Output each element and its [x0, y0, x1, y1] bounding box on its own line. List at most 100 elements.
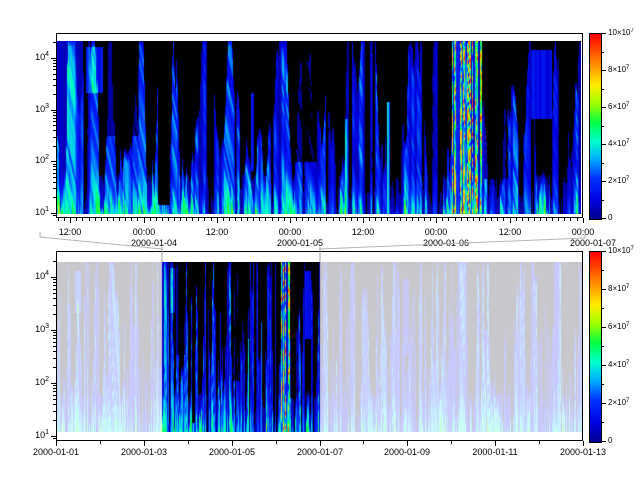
y-minor-tick — [53, 112, 56, 113]
x-minor-tick — [375, 218, 376, 221]
x-tick-date-label: 2000-01-04 — [131, 238, 177, 248]
colorbar-tick-label: 6×107 — [608, 322, 629, 333]
x-minor-tick — [265, 218, 266, 221]
x-tick-date-label: 2000-01-06 — [423, 238, 469, 248]
x-tick-label: 00:00 — [265, 227, 315, 237]
zoom-selection-region[interactable] — [162, 251, 320, 441]
y-minor-tick — [53, 346, 56, 347]
x-major-tick — [232, 441, 233, 446]
x-tick-label: 12:00 — [45, 227, 95, 237]
y-minor-tick — [53, 338, 56, 339]
x-minor-tick — [168, 218, 169, 221]
y-minor-tick — [53, 79, 56, 80]
x-minor-tick — [58, 218, 59, 221]
x-major-tick — [320, 441, 321, 446]
x-minor-tick — [394, 218, 395, 221]
colorbar-major-tick — [602, 107, 606, 108]
colorbar-tick-label: 2×107 — [608, 176, 629, 187]
colorbar-minor-tick — [602, 52, 604, 53]
x-minor-tick — [107, 218, 108, 221]
x-minor-tick — [156, 218, 157, 221]
colorbar-minor-tick — [602, 308, 604, 309]
y-minor-tick — [53, 197, 56, 198]
colorbar-major-tick — [602, 144, 606, 145]
x-minor-tick — [235, 218, 236, 221]
y-minor-tick — [53, 342, 56, 343]
x-minor-tick — [296, 218, 297, 221]
y-minor-tick — [53, 305, 56, 306]
x-major-tick — [436, 218, 437, 223]
x-minor-tick — [223, 218, 224, 221]
x-minor-tick — [276, 441, 277, 444]
x-minor-tick — [491, 218, 492, 221]
y-minor-tick — [53, 289, 56, 290]
y-major-tick — [51, 161, 56, 162]
x-minor-tick — [564, 218, 565, 221]
colorbar-major-tick — [602, 218, 606, 219]
x-minor-tick — [137, 218, 138, 221]
x-minor-tick — [345, 218, 346, 221]
colorbar-minor-tick — [602, 422, 604, 423]
x-tick-label: 00:00 — [411, 227, 461, 237]
colorbar-major-tick — [602, 365, 606, 366]
colorbar-tick-label: 8×107 — [608, 65, 629, 76]
colorbar-major-tick — [602, 70, 606, 71]
detail-panel-frame — [56, 33, 583, 218]
x-major-tick — [290, 218, 291, 223]
colorbar-major-tick — [602, 33, 606, 34]
y-minor-tick — [53, 420, 56, 421]
x-major-tick — [144, 441, 145, 446]
y-major-tick — [51, 58, 56, 59]
x-major-tick — [583, 441, 584, 446]
x-minor-tick — [479, 218, 480, 221]
colorbar-minor-tick — [602, 89, 604, 90]
colorbar-minor-tick — [602, 200, 604, 201]
x-major-tick — [70, 218, 71, 223]
y-minor-tick — [53, 388, 56, 389]
y-minor-tick — [53, 399, 56, 400]
y-minor-tick — [53, 63, 56, 64]
x-minor-tick — [381, 218, 382, 221]
x-minor-tick — [188, 441, 189, 444]
x-tick-label: 2000-01-13 — [558, 447, 608, 457]
y-minor-tick — [53, 118, 56, 119]
colorbar-tick-label: 2×107 — [608, 398, 629, 409]
colorbar-minor-tick — [602, 346, 604, 347]
x-minor-tick — [363, 441, 364, 444]
x-minor-tick — [278, 218, 279, 221]
x-tick-label: 00:00 — [558, 227, 608, 237]
y-major-tick — [51, 330, 56, 331]
colorbar-major-tick — [602, 403, 606, 404]
colorbar-minor-tick — [602, 270, 604, 271]
x-minor-tick — [406, 218, 407, 221]
x-minor-tick — [540, 218, 541, 221]
y-minor-tick — [53, 279, 56, 280]
x-minor-tick — [101, 218, 102, 221]
x-major-tick — [56, 441, 57, 446]
colorbar-tick-label: 4×107 — [608, 360, 629, 371]
spectrogram-figure: 12:0000:002000-01-0412:0000:002000-01-05… — [0, 0, 640, 480]
y-tick-label: 102 — [20, 155, 49, 167]
y-tick-label: 101 — [20, 207, 49, 219]
x-tick-label: 2000-01-07 — [295, 447, 345, 457]
y-minor-tick — [53, 173, 56, 174]
x-minor-tick — [162, 218, 163, 221]
colorbar-major-tick — [602, 441, 606, 442]
x-minor-tick — [516, 218, 517, 221]
x-minor-tick — [89, 218, 90, 221]
x-major-tick — [363, 218, 364, 223]
x-minor-tick — [284, 218, 285, 221]
x-minor-tick — [522, 218, 523, 221]
y-minor-tick — [53, 261, 56, 262]
colorbar-tick-label: 0 — [608, 436, 612, 446]
x-minor-tick — [539, 441, 540, 444]
x-minor-tick — [314, 218, 315, 221]
y-tick-label: 102 — [20, 377, 49, 389]
y-minor-tick — [53, 66, 56, 67]
x-minor-tick — [119, 218, 120, 221]
y-minor-tick — [53, 182, 56, 183]
y-minor-tick — [53, 404, 56, 405]
x-major-tick — [510, 218, 511, 223]
y-major-tick — [51, 383, 56, 384]
x-minor-tick — [131, 218, 132, 221]
